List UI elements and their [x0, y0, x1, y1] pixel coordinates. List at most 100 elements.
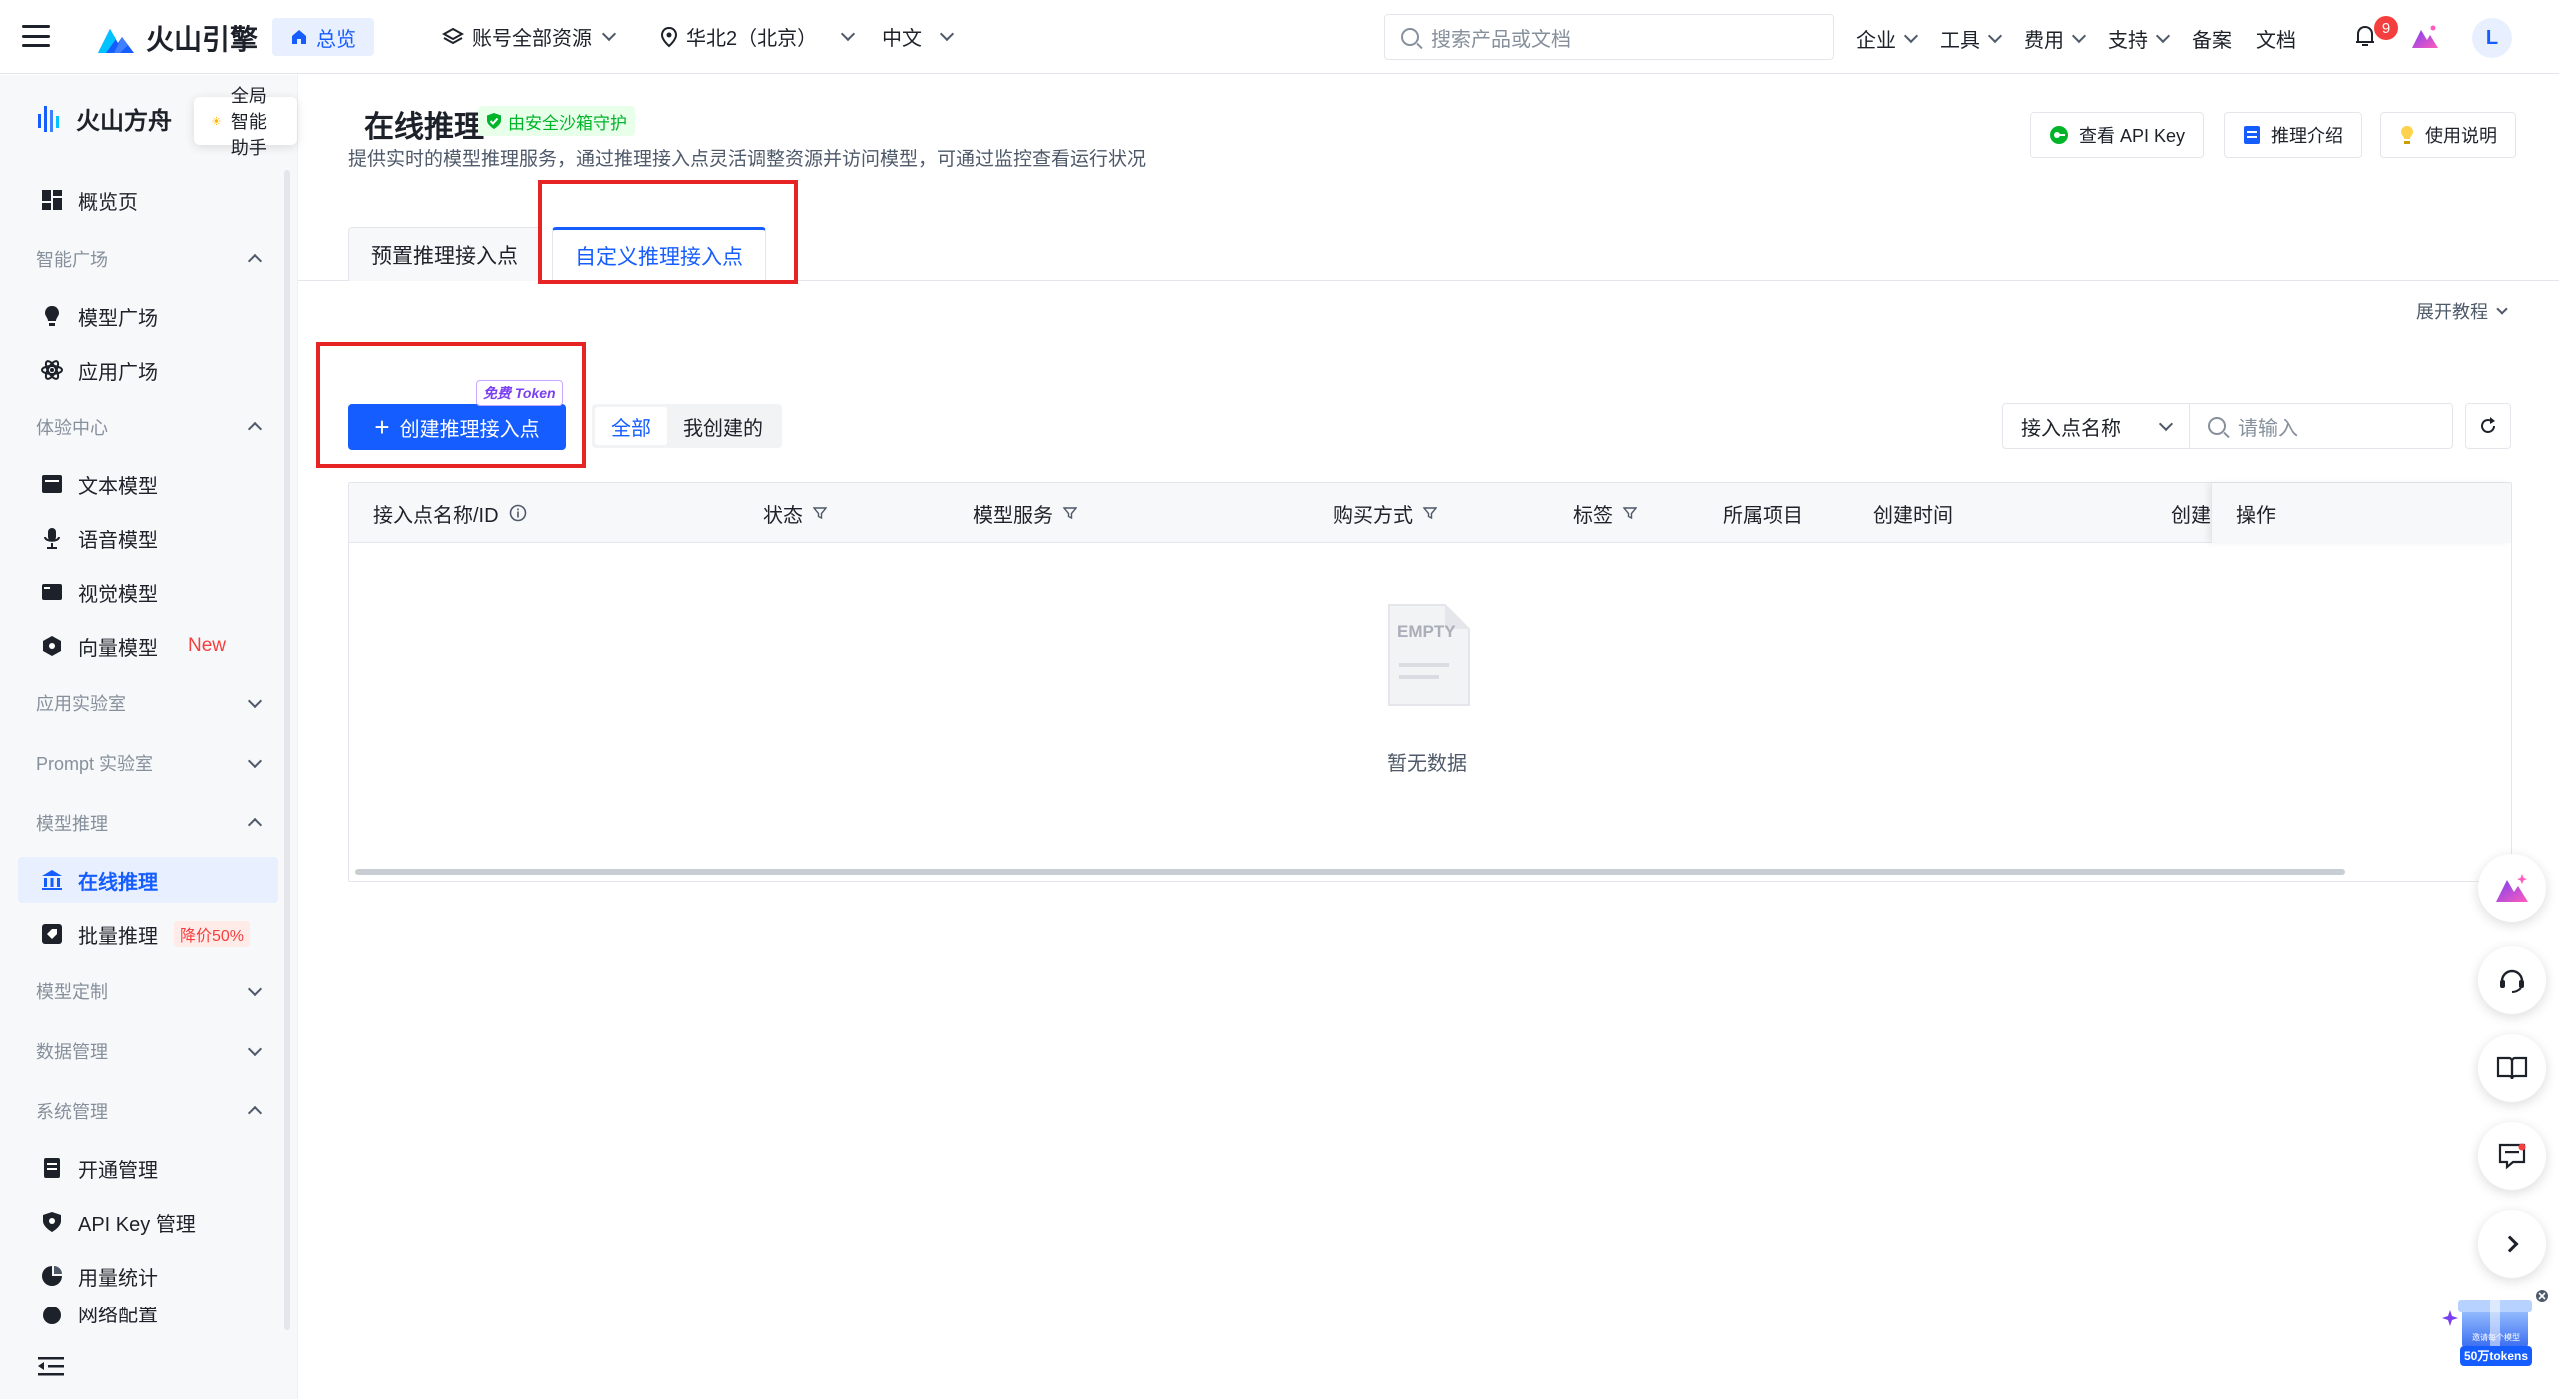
- sidebar-group-label: 数据管理: [36, 1042, 108, 1062]
- sidebar-group-data-management[interactable]: 数据管理: [36, 1031, 263, 1071]
- shield-check-icon: [487, 113, 501, 129]
- bulb-icon: [45, 306, 59, 326]
- sidebar-item-network[interactable]: 网络配置: [18, 1307, 278, 1327]
- floating-docs-button[interactable]: [2478, 1034, 2546, 1102]
- column-label: 创建时间: [1873, 504, 1953, 527]
- sidebar-item-usage-stats[interactable]: 用量统计: [18, 1253, 278, 1299]
- ai-assistant-icon[interactable]: [2410, 22, 2440, 50]
- avatar[interactable]: L: [2472, 18, 2512, 58]
- sidebar-item-vector-model[interactable]: 向量模型 New: [18, 623, 278, 669]
- page-description: 提供实时的模型推理服务，通过推理接入点灵活调整资源并访问模型，可通过监控查看运行…: [348, 149, 1147, 170]
- filter-funnel-icon[interactable]: [813, 506, 827, 520]
- menu-icon[interactable]: [22, 22, 50, 50]
- column-header-project: 所属项目: [1723, 483, 1803, 543]
- dashboard-icon: [42, 190, 62, 210]
- sidebar-item-model-square[interactable]: 模型广场: [18, 293, 278, 339]
- language-dropdown[interactable]: 中文: [882, 22, 955, 51]
- top-nav-tools[interactable]: 工具: [1940, 24, 2003, 53]
- sidebar-item-label: 应用广场: [78, 361, 158, 384]
- view-api-key-button[interactable]: 查看 API Key: [2030, 112, 2205, 158]
- chevron-up-icon: [247, 1105, 263, 1121]
- sidebar-scrollbar[interactable]: [284, 170, 290, 1330]
- view-api-key-label: 查看 API Key: [2079, 126, 2186, 146]
- info-icon[interactable]: [509, 504, 527, 522]
- sidebar-item-app-square[interactable]: 应用广场: [18, 347, 278, 393]
- bell-icon[interactable]: [2354, 24, 2376, 48]
- sidebar-group-prompt-lab[interactable]: Prompt 实验室: [36, 743, 263, 783]
- floating-ai-button[interactable]: [2478, 854, 2546, 922]
- top-nav-billing[interactable]: 费用: [2024, 24, 2087, 53]
- sidebar: 火山方舟 全局智能助手 概览页 智能广场 模型广场 应用广场 体验中心 文本模型…: [0, 75, 298, 1399]
- search-placeholder: 搜索产品或文档: [1431, 28, 1571, 51]
- top-nav-label: 备案: [2192, 30, 2232, 52]
- ark-brand[interactable]: 火山方舟: [36, 101, 172, 136]
- empty-file-icon: EMPTY: [1388, 604, 1470, 706]
- volcengine-logo[interactable]: 火山引擎: [96, 18, 258, 58]
- chevron-down-icon: [247, 981, 263, 996]
- sidebar-item-api-key[interactable]: API Key 管理: [18, 1199, 278, 1245]
- floating-collapse-button[interactable]: [2478, 1210, 2546, 1278]
- global-assistant-popup[interactable]: 全局智能助手: [194, 86, 297, 158]
- filter-search-input[interactable]: 请输入: [2189, 403, 2453, 449]
- chevron-down-icon: [2158, 416, 2174, 431]
- inference-intro-label: 推理介绍: [2271, 126, 2343, 146]
- column-header-created-time: 创建时间: [1873, 483, 1953, 543]
- column-header-tags: 标签: [1573, 483, 1637, 543]
- tab-label: 预置推理接入点: [371, 244, 518, 268]
- sidebar-item-label: 视觉模型: [78, 583, 158, 606]
- region-dropdown[interactable]: 华北2（北京）: [660, 22, 856, 51]
- segment-mine[interactable]: 我创建的: [667, 407, 779, 445]
- token-promo-widget[interactable]: 邀请每个模型 50万tokens: [2440, 1290, 2550, 1370]
- top-nav-enterprise[interactable]: 企业: [1856, 24, 1919, 53]
- sidebar-item-voice-model[interactable]: 语音模型: [18, 515, 278, 561]
- sidebar-group-system-management[interactable]: 系统管理: [36, 1091, 263, 1131]
- sidebar-group-inference[interactable]: 模型推理: [36, 803, 263, 843]
- sidebar-item-text-model[interactable]: 文本模型: [18, 461, 278, 507]
- gift-box-icon: 邀请每个模型 50万tokens: [2442, 1290, 2548, 1366]
- empty-state-illustration: EMPTY: [1383, 601, 1473, 717]
- sidebar-group-smart-square[interactable]: 智能广场: [36, 239, 263, 279]
- filter-funnel-icon[interactable]: [1623, 506, 1637, 520]
- bank-icon: [42, 870, 62, 890]
- sidebar-item-activation[interactable]: 开通管理: [18, 1145, 278, 1191]
- filter-funnel-icon[interactable]: [1423, 506, 1437, 520]
- global-search-input[interactable]: 搜索产品或文档: [1384, 14, 1834, 60]
- chevron-down-icon: [939, 26, 955, 42]
- sidebar-item-vision-model[interactable]: 视觉模型: [18, 569, 278, 615]
- rocket-icon: [42, 924, 62, 944]
- pie-chart-icon: [42, 1266, 62, 1286]
- sidebar-group-customize[interactable]: 模型定制: [36, 971, 263, 1011]
- sidebar-item-online-inference[interactable]: 在线推理: [18, 857, 278, 903]
- sidebar-item-label: 网络配置: [78, 1307, 158, 1326]
- top-nav-support[interactable]: 支持: [2108, 24, 2171, 53]
- expand-tutorial-link[interactable]: 展开教程: [2416, 298, 2508, 324]
- highlight-box-tab: [538, 180, 798, 284]
- filter-field-select[interactable]: 接入点名称: [2002, 403, 2190, 449]
- tab-preset-endpoints[interactable]: 预置推理接入点: [348, 227, 541, 281]
- top-nav-filing[interactable]: 备案: [2192, 24, 2232, 53]
- top-nav-label: 费用: [2024, 30, 2064, 52]
- sidebar-item-overview[interactable]: 概览页: [18, 177, 278, 223]
- promo-line2: 50万tokens: [2464, 1349, 2528, 1363]
- segment-all[interactable]: 全部: [595, 407, 667, 445]
- top-nav-docs[interactable]: 文档: [2256, 24, 2296, 53]
- refresh-button[interactable]: [2465, 403, 2511, 449]
- sidebar-group-experience[interactable]: 体验中心: [36, 407, 263, 447]
- overview-tab[interactable]: 总览: [272, 18, 374, 56]
- inference-intro-button[interactable]: 推理介绍: [2224, 112, 2362, 158]
- expand-tutorial-label: 展开教程: [2416, 302, 2488, 322]
- search-icon: [1401, 28, 1419, 46]
- sidebar-item-label: 开通管理: [78, 1159, 158, 1182]
- account-resources-dropdown[interactable]: 账号全部资源: [442, 22, 617, 51]
- top-nav-label: 工具: [1940, 30, 1980, 52]
- table-horizontal-scrollbar[interactable]: [355, 869, 2345, 875]
- sidebar-item-batch-inference[interactable]: 批量推理 降价50%: [18, 911, 278, 957]
- filter-funnel-icon[interactable]: [1063, 506, 1077, 520]
- sidebar-group-app-lab[interactable]: 应用实验室: [36, 683, 263, 723]
- usage-guide-button[interactable]: 使用说明: [2380, 112, 2516, 158]
- collapse-sidebar-icon[interactable]: [38, 1355, 64, 1377]
- floating-support-button[interactable]: [2478, 946, 2546, 1014]
- chevron-down-icon: [2496, 302, 2508, 315]
- floating-feedback-button[interactable]: [2478, 1122, 2546, 1190]
- sidebar-item-label: 语音模型: [78, 529, 158, 552]
